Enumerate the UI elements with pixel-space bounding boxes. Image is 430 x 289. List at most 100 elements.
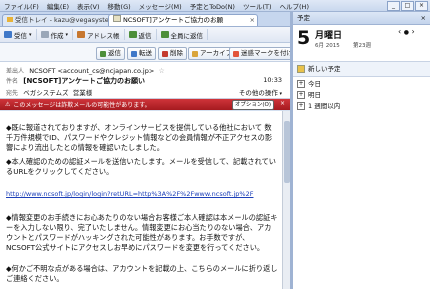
expand-icon[interactable]: + bbox=[297, 91, 305, 99]
compose-label: 作成 bbox=[50, 31, 64, 40]
toolbar-reply-all-label: 全員に返信 bbox=[170, 31, 204, 40]
message-time: 10:33 bbox=[263, 76, 282, 84]
agenda-today[interactable]: + 今日 bbox=[297, 79, 321, 89]
addressbook-button[interactable]: アドレス帳 bbox=[73, 29, 125, 40]
tab-inbox[interactable]: 受信トレイ - kazu@vegasystems bbox=[2, 14, 114, 26]
options-button[interactable]: オプション(O) bbox=[231, 100, 274, 110]
trash-icon bbox=[162, 50, 168, 57]
new-event-row[interactable]: 新しい予定 bbox=[293, 62, 430, 77]
reply-label: 返信 bbox=[108, 49, 121, 57]
minimize-button[interactable]: _ bbox=[387, 1, 400, 11]
agenda-today-label: 今日 bbox=[308, 80, 321, 88]
from-row: 差出人 NCSOFT <account_cs@ncjapan.co.jp> ☆ bbox=[6, 66, 165, 75]
menubar: ファイル(F) 編集(E) 表示(V) 移動(G) メッセージ(M) 予定とTo… bbox=[0, 0, 430, 12]
calendar-weekday: 月曜日 bbox=[315, 31, 343, 41]
forward-label: 転送 bbox=[139, 49, 152, 57]
expand-icon[interactable]: + bbox=[297, 102, 305, 110]
next-day-icon[interactable]: › bbox=[412, 27, 415, 36]
from-value[interactable]: NCSOFT <account_cs@ncjapan.co.jp> bbox=[29, 67, 154, 75]
addressbook-label: アドレス帳 bbox=[87, 31, 120, 40]
new-event-icon bbox=[297, 65, 305, 73]
menu-file[interactable]: ファイル(F) bbox=[0, 1, 43, 11]
prev-day-icon[interactable]: ‹ bbox=[398, 27, 401, 36]
tab-inbox-label: 受信トレイ - kazu@vegasystems bbox=[15, 16, 114, 24]
toolbar-reply-button[interactable]: 返信 bbox=[125, 29, 157, 40]
warning-text: このメッセージは詐欺メールの可能性があります。 bbox=[13, 102, 151, 109]
archive-label: アーカイブ bbox=[200, 49, 233, 57]
delete-button[interactable]: 削除 bbox=[158, 47, 187, 60]
tab-close-icon[interactable]: × bbox=[250, 15, 255, 26]
body-paragraph-2: ◆本人確認のための認証メールを送信いたします。メールを受信して、記載されているU… bbox=[6, 157, 276, 176]
message-body: ◆既に報道されておりますが、オンラインサービスを提供している他社において 数千万… bbox=[0, 111, 282, 289]
tab-strip: 受信トレイ - kazu@vegasystems NCSOFT]アンケートご協力… bbox=[0, 12, 290, 27]
pencil-icon bbox=[40, 31, 49, 38]
to-label: 宛先 bbox=[6, 90, 19, 97]
compose-button[interactable]: 作成 ▾ bbox=[37, 29, 74, 40]
chevron-down-icon[interactable]: ▾ bbox=[29, 32, 32, 38]
inbox-tab-icon bbox=[7, 17, 13, 22]
subject-label: 件名 bbox=[6, 78, 19, 85]
subject-row: 件名 [NCSOFT]アンケートご協力のお願い bbox=[6, 76, 145, 86]
calendar-widget: 5 月曜日 6月 2015 第23週 ‹ ● › bbox=[293, 25, 430, 62]
menu-edit[interactable]: 編集(E) bbox=[43, 1, 73, 11]
to-suffix: 営業様 bbox=[72, 89, 93, 97]
close-warning-icon[interactable]: × bbox=[280, 100, 285, 107]
to-value[interactable]: ベガシステムズ bbox=[23, 89, 68, 97]
agenda-tomorrow[interactable]: + 明日 bbox=[297, 90, 321, 100]
message-header: 差出人 NCSOFT <account_cs@ncjapan.co.jp> ☆ … bbox=[0, 62, 290, 99]
receive-button[interactable]: 受信 ▾ bbox=[0, 29, 37, 40]
addressbook-icon bbox=[77, 31, 86, 38]
reply-icon bbox=[128, 31, 137, 38]
tab-message[interactable]: NCSOFT]アンケートご協力のお願 × bbox=[108, 14, 258, 26]
more-actions-label: その他の操作 bbox=[238, 89, 278, 97]
window-controls: _ □ × bbox=[387, 1, 428, 11]
subject-value: [NCSOFT]アンケートご協力のお願い bbox=[23, 77, 146, 85]
calendar-month-year: 6月 2015 bbox=[315, 43, 340, 49]
body-paragraph-4: ◆何かご不明な点がある場合は、アカウントを記載の上、こちらのメールに折り返しご連… bbox=[6, 264, 278, 283]
body-paragraph-1: ◆既に報道されておりますが、オンラインサービスを提供している他社において 数千万… bbox=[6, 123, 273, 152]
menu-view[interactable]: 表示(V) bbox=[73, 1, 104, 11]
reply-icon bbox=[100, 50, 106, 57]
today-dot-icon[interactable]: ● bbox=[404, 29, 409, 36]
phishing-link[interactable]: http://www.ncsoft.jp/login/login?retURL=… bbox=[6, 189, 278, 199]
expand-icon[interactable]: + bbox=[297, 80, 305, 88]
menu-events-tasks[interactable]: 予定とToDo(N) bbox=[186, 1, 239, 11]
body-paragraph-3: ◆情報変更のお手続きにお心あたりのない場合お客様ご本人確認は本メールの認証キーを… bbox=[6, 213, 278, 252]
new-event-label: 新しい予定 bbox=[308, 65, 341, 73]
from-label: 差出人 bbox=[6, 68, 25, 75]
archive-icon bbox=[192, 50, 198, 57]
chevron-down-icon: ▾ bbox=[277, 91, 282, 97]
junk-icon bbox=[233, 50, 239, 57]
agenda-tomorrow-label: 明日 bbox=[308, 91, 321, 99]
maximize-button[interactable]: □ bbox=[401, 1, 414, 11]
forward-button[interactable]: 転送 bbox=[127, 47, 156, 60]
calendar-week: 第23週 bbox=[353, 43, 371, 49]
menu-tools[interactable]: ツール(T) bbox=[239, 1, 276, 11]
main-toolbar: 受信 ▾ 作成 ▾ アドレス帳 返信 全員に返信 bbox=[0, 27, 290, 43]
message-action-bar: 返信 転送 削除 アーカイブ 迷惑マークを付ける bbox=[0, 43, 304, 62]
reply-button[interactable]: 返信 bbox=[96, 47, 125, 60]
close-window-button[interactable]: × bbox=[415, 1, 428, 11]
download-icon bbox=[4, 31, 12, 38]
menu-message[interactable]: メッセージ(M) bbox=[135, 1, 186, 11]
today-pane-title: 予定 bbox=[297, 14, 310, 22]
menu-go[interactable]: 移動(G) bbox=[104, 1, 135, 11]
reply-all-icon bbox=[160, 31, 169, 38]
more-actions-button[interactable]: その他の操作 ▾ bbox=[239, 87, 282, 97]
star-icon[interactable]: ☆ bbox=[159, 67, 165, 75]
scam-warning-bar: ⚠ このメッセージは詐欺メールの可能性があります。 オプション(O) × bbox=[0, 99, 290, 110]
tab-message-label: NCSOFT]アンケートご協力のお願 bbox=[123, 16, 224, 24]
chevron-down-icon[interactable]: ▾ bbox=[66, 32, 69, 38]
delete-label: 削除 bbox=[170, 49, 183, 57]
warning-icon: ⚠ bbox=[5, 101, 11, 108]
envelope-icon bbox=[113, 15, 121, 22]
agenda-week[interactable]: +1 週間以内 bbox=[297, 101, 340, 111]
menu-help[interactable]: ヘルプ(H) bbox=[276, 1, 313, 11]
receive-label: 受信 bbox=[14, 31, 27, 40]
close-pane-icon[interactable]: × bbox=[421, 12, 426, 24]
toolbar-reply-label: 返信 bbox=[138, 31, 152, 40]
toolbar-reply-all-button[interactable]: 全員に返信 bbox=[157, 29, 209, 40]
agenda-week-label: 1 週間以内 bbox=[308, 102, 341, 110]
today-pane-title-bar: 予定 × bbox=[293, 12, 430, 25]
calendar-nav: ‹ ● › bbox=[398, 27, 415, 36]
